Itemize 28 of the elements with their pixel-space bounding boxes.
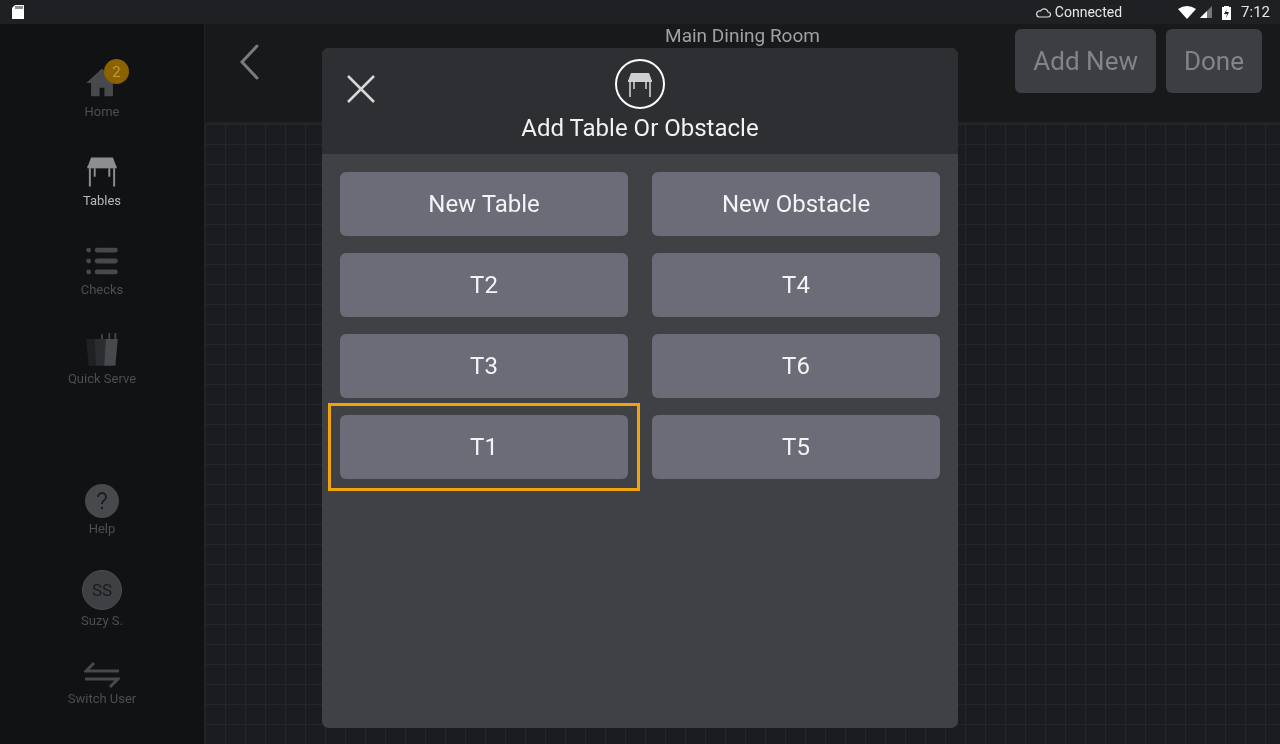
back-icon[interactable] <box>239 44 259 80</box>
wifi-icon <box>1178 5 1197 19</box>
clock: 7:12 <box>1241 3 1270 21</box>
help-icon <box>85 484 119 518</box>
option-button[interactable]: T6 <box>652 334 940 398</box>
cloud-icon <box>1034 6 1051 18</box>
option-button[interactable]: T1 <box>340 415 628 479</box>
table-icon <box>614 58 666 110</box>
option-button[interactable]: T2 <box>340 253 628 317</box>
table-icon <box>85 155 119 189</box>
sidebar-item[interactable]: Tables <box>42 147 162 236</box>
header-button[interactable]: Add New <box>1015 29 1156 93</box>
swap-arrows-icon <box>84 662 120 688</box>
notification-badge: 2 <box>104 59 129 84</box>
option-button[interactable]: T5 <box>652 415 940 479</box>
option-button[interactable]: New Obstacle <box>652 172 940 236</box>
cups-icon <box>85 333 119 367</box>
battery-icon <box>1222 4 1232 20</box>
option-button[interactable]: New Table <box>340 172 628 236</box>
connection-status: Connected <box>1054 4 1123 20</box>
dialog-title: Add Table Or Obstacle <box>521 114 759 142</box>
option-button[interactable]: T3 <box>340 334 628 398</box>
close-icon[interactable] <box>346 74 376 104</box>
signal-icon <box>1200 6 1213 18</box>
sd-card-icon <box>12 5 24 19</box>
page-title: Main Dining Room <box>664 24 821 48</box>
option-button[interactable]: T4 <box>652 253 940 317</box>
header-button[interactable]: Done <box>1165 29 1262 93</box>
